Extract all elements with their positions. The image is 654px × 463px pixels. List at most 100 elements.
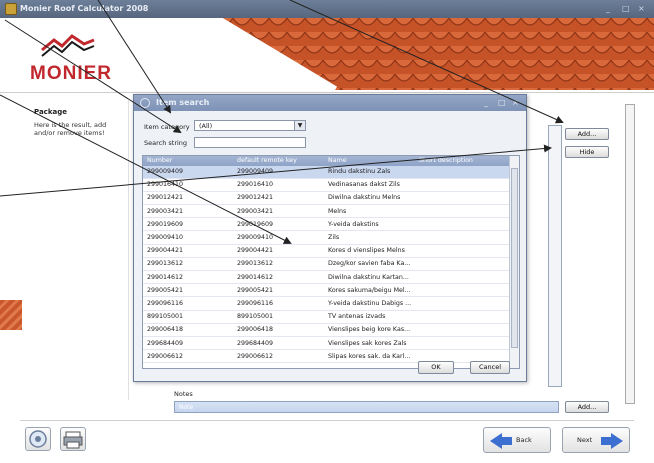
table-cell: 299009410	[237, 234, 274, 241]
table-cell: 299005421	[237, 286, 274, 294]
table-cell: Diwilna dakstinu Melns	[328, 194, 401, 202]
next-arrow-icon	[601, 433, 623, 449]
table-row[interactable]: 299013612 299013612 Dzeg/kor savien faba K…	[143, 258, 509, 271]
package-list-scrollbar[interactable]	[548, 125, 562, 387]
table-row[interactable]: 299003421 299003421 Melns	[143, 206, 509, 219]
table-cell: Zils	[328, 234, 340, 241]
table-cell: Rindu dakstinu Zals	[328, 168, 391, 175]
category-label: Item category	[144, 123, 190, 131]
table-cell: 299019609	[237, 220, 274, 228]
notes-item: Note	[179, 404, 194, 411]
back-label: Back	[516, 436, 532, 444]
minimize-icon[interactable]: _	[606, 4, 610, 13]
help-button[interactable]	[25, 427, 51, 451]
table-cell: 299012421	[147, 194, 184, 202]
dialog-title-bar: Item search _ □ ×	[134, 95, 526, 111]
table-row[interactable]: 299014612 299014612 Diwilna dakstinu Karta…	[143, 272, 509, 285]
dialog-title: Item search	[156, 98, 210, 107]
column-header-number[interactable]: Number	[147, 157, 172, 164]
table-cell: 299006612	[147, 352, 184, 360]
dialog-maximize-icon[interactable]: □	[498, 98, 506, 107]
table-row[interactable]: 299006418 299006418 Vienslipes beig kore K…	[143, 324, 509, 337]
dialog-close-icon[interactable]: ×	[512, 98, 519, 107]
search-input[interactable]	[194, 137, 306, 148]
table-row[interactable]: 899105001 899105001 TV antenas izvads	[143, 311, 509, 324]
column-header-short-description[interactable]: Short description	[419, 157, 473, 164]
table-row[interactable]: 299012421 299012421 Diwilna dakstinu Melns	[143, 192, 509, 205]
notes-list[interactable]: Note	[174, 401, 559, 413]
ok-button[interactable]: OK	[418, 361, 454, 374]
table-cell: Vienslipes sak kores Zals	[328, 339, 407, 347]
table-row[interactable]: 299006612 299006612 Slipas kores sak. da K…	[143, 351, 509, 364]
logo-text: MONIER	[30, 63, 112, 84]
table-cell: Y-veida dakstinu Dabigs ...	[328, 300, 412, 307]
dialog-minimize-icon[interactable]: _	[484, 98, 488, 107]
help-icon	[29, 430, 47, 448]
category-select[interactable]: (All) ▼	[194, 120, 306, 131]
table-cell: 299013612	[237, 260, 274, 268]
table-cell: 899105001	[237, 313, 274, 321]
table-cell: 299006418	[147, 326, 184, 334]
table-cell: 299684409	[147, 339, 184, 347]
table-cell: Vedinasanas dakst Zils	[328, 181, 400, 189]
column-header-remote-key[interactable]: default remote key	[237, 157, 297, 164]
cancel-button[interactable]: Cancel	[470, 361, 510, 374]
table-cell: 299016410	[147, 181, 184, 189]
maximize-icon[interactable]: □	[622, 4, 630, 13]
table-row[interactable]: 299684409 299684409 Vienslipes sak kores Z…	[143, 338, 509, 351]
table-cell: TV antenas izvads	[328, 313, 386, 321]
sidebar-title: Package	[34, 108, 67, 116]
hide-button[interactable]: Hide	[565, 146, 609, 158]
table-cell: Y-veida dakstins	[328, 220, 379, 228]
table-cell: 299016410	[237, 181, 274, 189]
title-bar: Monier Roof Calculator 2008 _ □ ×	[0, 0, 654, 18]
table-row[interactable]: 299016410 299016410 Vedinasanas dakst Zils	[143, 179, 509, 192]
table-row[interactable]: 299004421 299004421 Kores d vienslipes Mel…	[143, 245, 509, 258]
table-row[interactable]: 299009409 299009409 Rindu dakstinu Zals	[143, 166, 509, 179]
back-button[interactable]: Back	[483, 427, 551, 453]
table-cell: Dzeg/kor savien faba Ka...	[328, 260, 411, 268]
table-row[interactable]: 299009410 299009410 Zils	[143, 232, 509, 245]
table-cell: Diwilna dakstinu Kartan...	[328, 273, 409, 281]
chevron-down-icon[interactable]: ▼	[294, 121, 305, 130]
logo-roof-icon	[41, 34, 95, 57]
table-cell: Slipas kores sak. da Karl...	[328, 352, 411, 360]
next-label: Next	[577, 436, 593, 444]
table-cell: 299009410	[147, 234, 184, 241]
search-icon	[140, 98, 150, 108]
close-icon[interactable]: ×	[638, 4, 645, 13]
table-cell: Kores sakuma/beigu Mel...	[328, 286, 411, 294]
table-cell: 299012421	[237, 194, 274, 202]
grid-scroll-thumb[interactable]	[511, 168, 518, 348]
table-row[interactable]: 299005421 299005421 Kores sakuma/beigu Mel…	[143, 285, 509, 298]
table-cell: 299684409	[237, 339, 274, 347]
roof-preview-thumbnail	[0, 300, 22, 330]
table-cell: 299003421	[237, 207, 274, 215]
page-scrollbar[interactable]	[625, 104, 635, 404]
back-arrow-icon	[490, 433, 512, 449]
column-header-name[interactable]: Name	[328, 157, 347, 164]
table-row[interactable]: 299096116 299096116 Y-veida dakstinu Dabig…	[143, 298, 509, 311]
roof-tiles-banner	[215, 18, 654, 90]
search-label: Search string	[144, 139, 188, 147]
add-button[interactable]: Add...	[565, 128, 609, 140]
table-cell: 299009409	[237, 168, 274, 175]
sidebar-description: Here is the result, add and/or remove it…	[34, 121, 107, 137]
table-cell: 299014612	[147, 273, 184, 281]
table-cell: Kores d vienslipes Melns	[328, 247, 405, 255]
grid-header: Number default remote key Name Short des…	[143, 156, 509, 166]
table-cell: 299003421	[147, 207, 184, 215]
grid-scrollbar[interactable]	[509, 156, 519, 368]
table-row[interactable]: 299019609 299019609 Y-veida dakstins	[143, 219, 509, 232]
notes-add-button[interactable]: Add...	[565, 401, 609, 413]
monier-logo: MONIER	[30, 30, 130, 85]
table-cell: Melns	[328, 207, 347, 215]
table-cell: 299096116	[147, 300, 184, 307]
table-cell: 299009409	[147, 168, 184, 175]
table-cell: 299006418	[237, 326, 274, 334]
results-grid: Number default remote key Name Short des…	[142, 155, 520, 369]
print-button[interactable]	[60, 427, 86, 451]
table-cell: Vienslipes beig kore Kas...	[328, 326, 411, 334]
footer-divider	[20, 420, 634, 421]
next-button[interactable]: Next	[562, 427, 630, 453]
